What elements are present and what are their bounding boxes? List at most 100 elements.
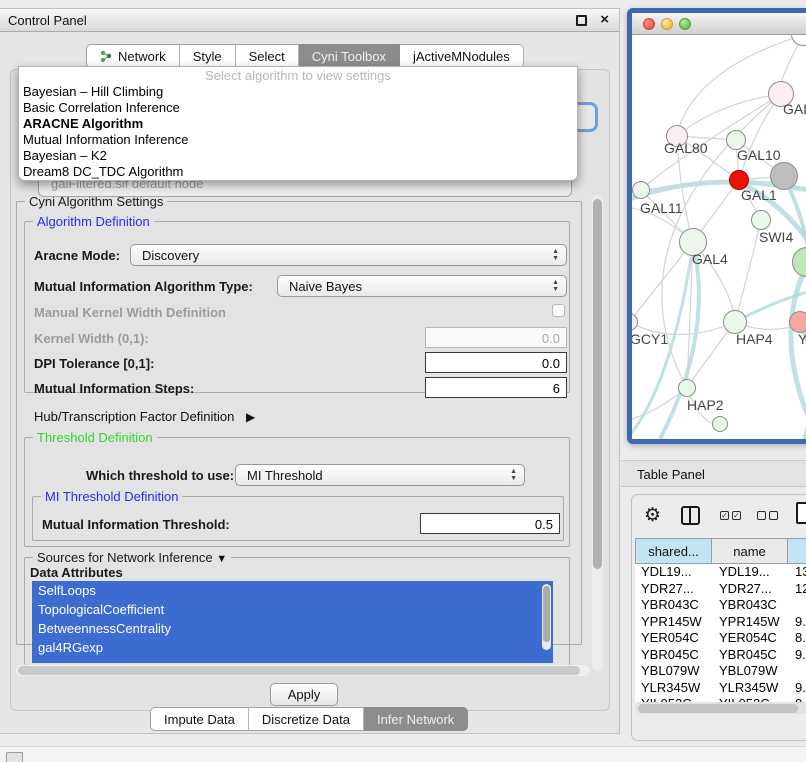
checked-checkbox-icon[interactable]: ✓ xyxy=(732,511,741,520)
aracne-mode-combo[interactable]: Discovery ▲▼ xyxy=(130,244,567,266)
algorithm-item-dream8[interactable]: Dream8 DC_TDC Algorithm xyxy=(19,164,577,180)
unchecked-checkbox-icon[interactable] xyxy=(757,511,766,520)
sources-collapse-icon[interactable]: ▼ xyxy=(216,553,227,565)
status-strip xyxy=(0,746,806,762)
table-horizontal-scrollbar[interactable] xyxy=(635,702,806,714)
checked-checkbox-icon[interactable]: ✓ xyxy=(720,511,729,520)
column-header-partial[interactable] xyxy=(788,538,806,564)
node-label: GAL10 xyxy=(737,147,781,163)
node-label: HAP2 xyxy=(687,397,724,413)
table-row[interactable]: YDR27...YDR27...12 xyxy=(635,581,806,598)
hub-expand-icon[interactable]: ▶ xyxy=(246,410,255,424)
table-header-row: shared... name xyxy=(635,538,806,564)
tab-style[interactable]: Style xyxy=(180,44,236,68)
column-header-name[interactable]: name xyxy=(712,538,788,564)
combo-arrows-icon: ▲▼ xyxy=(510,468,517,482)
cyni-settings-area: Cyni Algorithm Settings Algorithm Defini… xyxy=(14,191,606,677)
algorithm-item-basic-correlation[interactable]: Basic Correlation Inference xyxy=(19,100,577,116)
float-window-icon[interactable] xyxy=(576,15,587,26)
dpi-tolerance-field[interactable]: 0.0 xyxy=(425,352,567,373)
tab-impute-data[interactable]: Impute Data xyxy=(150,707,249,731)
algorithm-dropdown-popup: Select algorithm to view settings Bayesi… xyxy=(18,66,578,181)
network-view-window[interactable]: GAL GAL80 GAL10 GAL1 GAL11 SWI4 GAL4 GCY… xyxy=(627,8,806,444)
network-node-gal11[interactable] xyxy=(632,181,650,199)
table-row[interactable]: YLR345WYLR345W9. xyxy=(635,680,806,697)
table-row[interactable]: YDL19...YDL19...13 xyxy=(635,564,806,581)
algorithm-item-bayesian-k2[interactable]: Bayesian – K2 xyxy=(19,148,577,164)
close-traffic-light-icon[interactable] xyxy=(643,18,655,30)
node-label: GAL11 xyxy=(640,200,683,216)
mi-type-combo[interactable]: Naive Bayes ▲▼ xyxy=(277,275,567,297)
node-label: Y xyxy=(798,331,806,347)
table-body: YDL19...YDL19...13 YDR27...YDR27...12 YB… xyxy=(635,564,806,702)
file-icon[interactable] xyxy=(796,502,806,524)
network-window-titlebar[interactable] xyxy=(632,13,806,35)
mi-type-label: Mutual Information Algorithm Type: xyxy=(34,279,253,294)
table-row[interactable]: YER054CYER054C8. xyxy=(635,630,806,647)
table-row[interactable]: YBR045CYBR045C9. xyxy=(635,647,806,664)
zoom-traffic-light-icon[interactable] xyxy=(679,18,691,30)
tab-cyni-toolbox[interactable]: Cyni Toolbox xyxy=(299,44,400,68)
combo-arrows-icon: ▲▼ xyxy=(552,248,559,262)
mi-steps-field[interactable]: 6 xyxy=(425,377,567,398)
columns-icon[interactable] xyxy=(681,506,700,525)
manual-kernel-checkbox[interactable] xyxy=(552,304,565,317)
minimize-traffic-light-icon[interactable] xyxy=(661,18,673,30)
algorithm-item-mutual-information[interactable]: Mutual Information Inference xyxy=(19,132,577,148)
table-row[interactable]: YBL079WYBL079W xyxy=(635,663,806,680)
table-panel-title: Table Panel xyxy=(637,467,705,482)
column-header-shared-name[interactable]: shared... xyxy=(635,538,712,564)
tab-jactivemnodules[interactable]: jActiveMNodules xyxy=(400,44,524,68)
settings-horizontal-scrollbar-thumb[interactable] xyxy=(18,666,580,675)
mi-threshold-label: Mutual Information Threshold: xyxy=(42,517,230,532)
tab-infer-network[interactable]: Infer Network xyxy=(364,707,468,731)
attribute-gal4rgexp[interactable]: gal4RGexp xyxy=(32,638,553,657)
attribute-topologicalcoefficient[interactable]: TopologicalCoefficient xyxy=(32,600,553,619)
table-horizontal-scrollbar-thumb[interactable] xyxy=(638,704,798,713)
control-panel-title: Control Panel xyxy=(8,13,87,28)
attribute-betweennesscentrality[interactable]: BetweennessCentrality xyxy=(32,619,553,638)
which-threshold-label: Which threshold to use: xyxy=(86,468,234,483)
settings-vertical-scrollbar[interactable] xyxy=(592,195,603,671)
algorithm-item-bayesian-hill-climbing[interactable]: Bayesian – Hill Climbing xyxy=(19,84,577,100)
aracne-mode-label: Aracne Mode: xyxy=(34,248,120,263)
manual-kernel-label: Manual Kernel Width Definition xyxy=(34,305,226,320)
control-panel-tab-bar: Network Style Select Cyni Toolbox jActiv… xyxy=(86,44,524,68)
node-label: GAL80 xyxy=(664,140,708,156)
close-icon[interactable]: × xyxy=(600,11,609,28)
network-canvas[interactable]: GAL GAL80 GAL10 GAL1 GAL11 SWI4 GAL4 GCY… xyxy=(632,35,806,439)
data-attributes-list[interactable]: SelfLoops TopologicalCoefficient Between… xyxy=(32,581,553,663)
network-node[interactable] xyxy=(770,162,798,190)
dock-panel-icon[interactable] xyxy=(6,752,23,762)
tab-network[interactable]: Network xyxy=(86,44,180,68)
kernel-width-field[interactable]: 0.0 xyxy=(425,327,567,348)
network-node-hap2[interactable] xyxy=(678,379,696,397)
network-node-swi4[interactable] xyxy=(751,210,771,230)
node-label: GAL1 xyxy=(741,187,777,203)
threshold-definition-title: Threshold Definition xyxy=(33,430,157,445)
attributes-scrollbar[interactable] xyxy=(542,584,551,650)
settings-vertical-scrollbar-thumb[interactable] xyxy=(593,199,602,569)
hub-definition-label[interactable]: Hub/Transcription Factor Definition ▶ xyxy=(34,409,255,424)
table-row[interactable]: YPR145WYPR145W9. xyxy=(635,614,806,631)
algorithm-item-aracne[interactable]: ARACNE Algorithm xyxy=(19,116,577,132)
sources-title[interactable]: Sources for Network Inference ▼ xyxy=(33,550,231,565)
network-node[interactable] xyxy=(789,311,806,333)
attribute-selfloops[interactable]: SelfLoops xyxy=(32,581,553,600)
mi-steps-label: Mutual Information Steps: xyxy=(34,381,194,396)
bottom-tab-bar: Impute Data Discretize Data Infer Networ… xyxy=(150,707,468,731)
tab-discretize-data[interactable]: Discretize Data xyxy=(249,707,364,731)
which-threshold-combo[interactable]: MI Threshold ▲▼ xyxy=(235,464,525,486)
unchecked-checkbox-icon[interactable] xyxy=(769,511,778,520)
algorithm-definition-title: Algorithm Definition xyxy=(33,214,154,229)
tab-select[interactable]: Select xyxy=(236,44,299,68)
network-node[interactable] xyxy=(712,416,728,432)
apply-button[interactable]: Apply xyxy=(270,683,338,706)
mi-threshold-field[interactable]: 0.5 xyxy=(420,513,560,534)
node-attribute-table: shared... name YDL19...YDL19...13 YDR27.… xyxy=(635,538,806,564)
combo-arrows-icon: ▲▼ xyxy=(552,279,559,293)
gear-icon[interactable]: ⚙ xyxy=(644,504,661,527)
settings-horizontal-scrollbar[interactable] xyxy=(16,665,590,676)
table-row[interactable]: YBR043CYBR043C xyxy=(635,597,806,614)
control-panel-window: Control Panel × Network Style Select Cyn… xyxy=(0,8,620,734)
